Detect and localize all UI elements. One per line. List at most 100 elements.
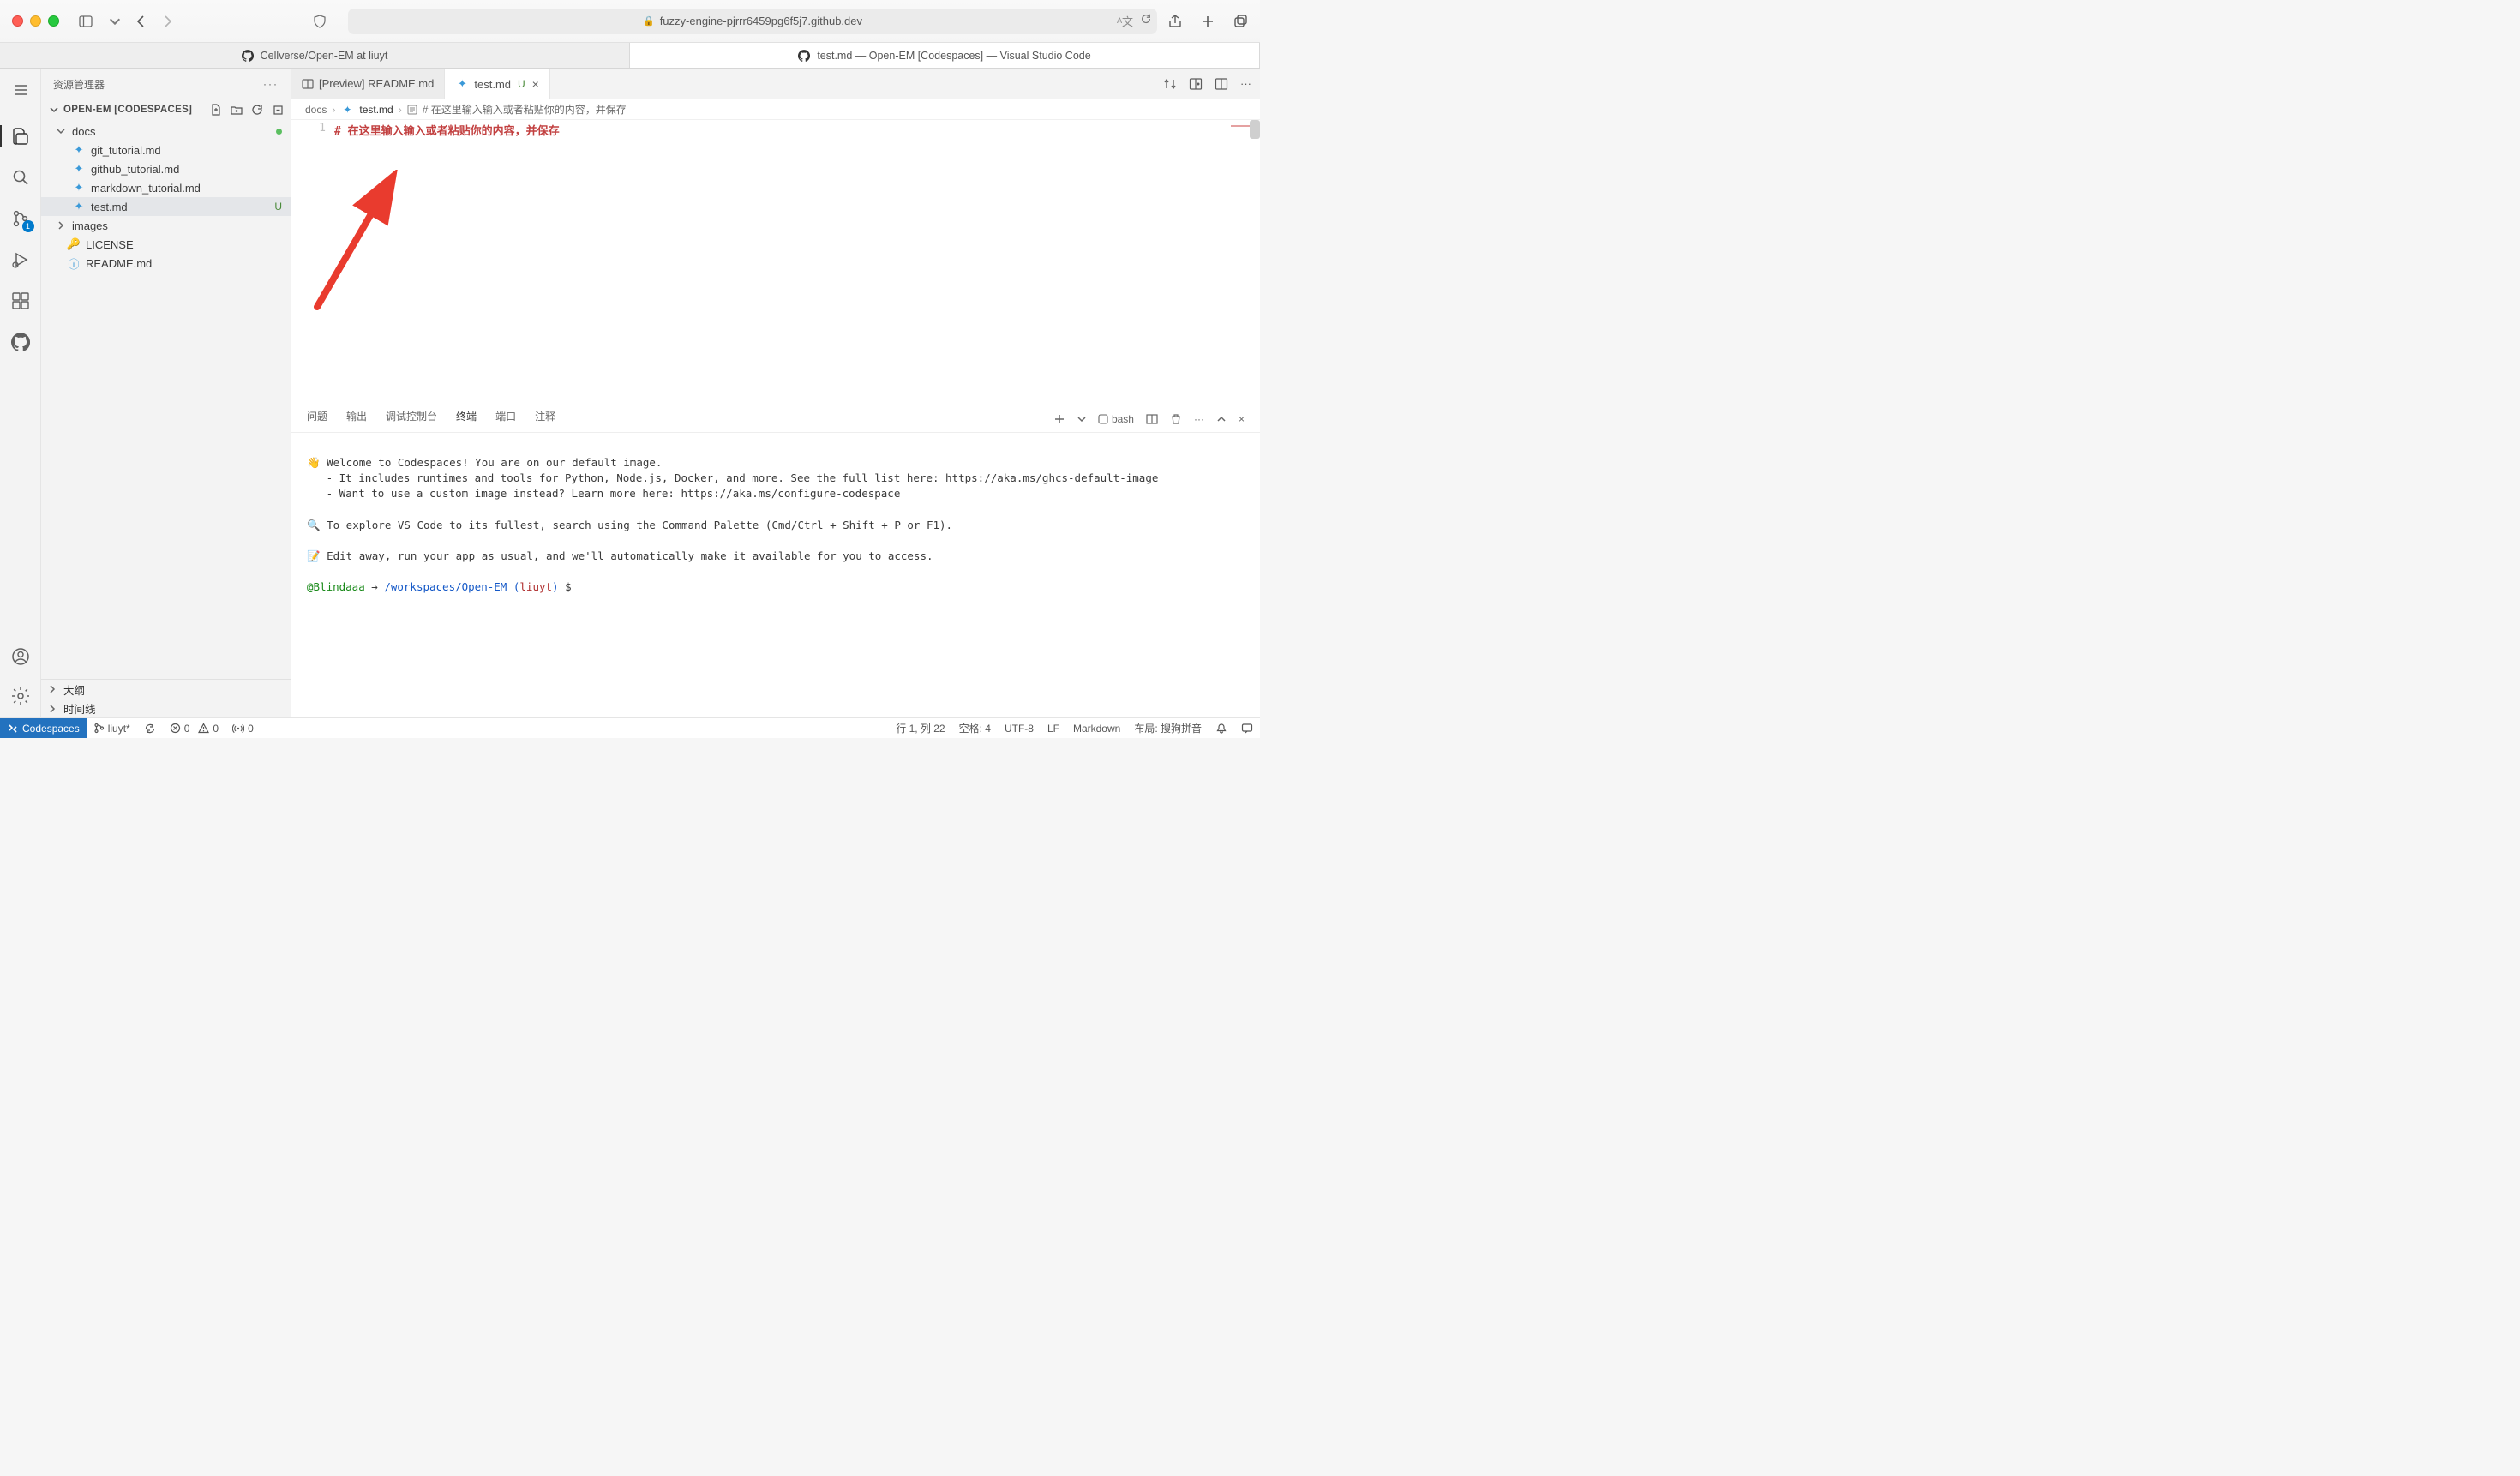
activity-account-icon[interactable]: [9, 645, 32, 668]
compare-changes-icon[interactable]: [1163, 77, 1177, 91]
new-terminal-icon[interactable]: [1053, 413, 1065, 425]
status-problems[interactable]: 0 0: [163, 723, 225, 735]
status-eol[interactable]: LF: [1041, 721, 1066, 735]
tab-readme-preview[interactable]: [Preview] README.md: [291, 69, 445, 99]
file-github-tutorial[interactable]: ✦ github_tutorial.md: [41, 159, 291, 178]
git-modified-dot: [276, 129, 282, 135]
folder-images[interactable]: images: [41, 216, 291, 235]
terminal-dropdown-icon[interactable]: [1077, 415, 1086, 423]
editor-area[interactable]: 1 # 在这里输入输入或者粘贴你的内容，并保存: [291, 120, 1260, 405]
file-label: github_tutorial.md: [91, 163, 179, 176]
tab-test-md[interactable]: ✦ test.md U ×: [445, 69, 549, 99]
minimize-window-button[interactable]: [30, 15, 41, 27]
terminal-shell-label[interactable]: bash: [1098, 413, 1134, 425]
sidebar-toggle-icon[interactable]: [76, 12, 95, 31]
status-spaces[interactable]: 空格: 4: [952, 721, 998, 735]
trash-icon[interactable]: [1170, 413, 1182, 425]
activity-github-icon[interactable]: [9, 331, 32, 353]
markdown-file-icon: ✦: [72, 143, 86, 157]
file-test-md[interactable]: ✦ test.md U: [41, 197, 291, 216]
status-language[interactable]: Markdown: [1066, 721, 1127, 735]
panel-tab-comments[interactable]: 注释: [535, 409, 555, 429]
menu-hamburger-icon[interactable]: [9, 79, 32, 101]
new-tab-icon[interactable]: [1200, 14, 1215, 29]
panel-tab-debug[interactable]: 调试控制台: [386, 409, 437, 429]
folder-docs[interactable]: docs: [41, 122, 291, 141]
reload-icon[interactable]: [1140, 13, 1152, 29]
activity-extensions-icon[interactable]: [9, 290, 32, 312]
panel-tab-terminal[interactable]: 终端: [456, 409, 477, 429]
line-number: 1: [291, 122, 326, 135]
panel-tab-output[interactable]: 输出: [346, 409, 367, 429]
activity-scm-icon[interactable]: 1: [9, 207, 32, 230]
activity-search-icon[interactable]: [9, 166, 32, 189]
open-preview-side-icon[interactable]: [1189, 77, 1203, 91]
status-codespaces-button[interactable]: Codespaces: [0, 718, 87, 738]
code-line-1[interactable]: # 在这里输入输入或者粘贴你的内容，并保存: [334, 120, 560, 405]
activity-settings-icon[interactable]: [9, 685, 32, 707]
breadcrumb-seg[interactable]: docs: [305, 104, 327, 116]
symbol-icon: [407, 105, 417, 115]
prompt-user: @Blindaaa: [307, 580, 365, 593]
tab-dropdown-icon[interactable]: [105, 12, 124, 31]
split-editor-icon[interactable]: [1215, 77, 1228, 91]
close-tab-icon[interactable]: ×: [532, 77, 539, 91]
terminal[interactable]: 👋 Welcome to Codespaces! You are on our …: [291, 433, 1260, 717]
panel-tab-problems[interactable]: 问题: [307, 409, 327, 429]
new-file-icon[interactable]: [210, 104, 222, 116]
panel-more-icon[interactable]: ···: [1194, 413, 1204, 425]
prompt-arrow: →: [371, 580, 378, 593]
outline-section[interactable]: 大纲: [41, 680, 291, 699]
zoom-window-button[interactable]: [48, 15, 59, 27]
file-readme[interactable]: ⓘ README.md: [41, 254, 291, 273]
status-ports[interactable]: 0: [225, 723, 261, 735]
github-icon: [798, 50, 810, 62]
browser-tab-1[interactable]: test.md — Open-EM [Codespaces] — Visual …: [630, 43, 1260, 68]
bash-icon: [1098, 414, 1108, 424]
browser-tab-0[interactable]: Cellverse/Open-EM at liuyt: [0, 43, 630, 68]
terminal-line: - It includes runtimes and tools for Pyt…: [307, 471, 1158, 484]
status-notifications-icon[interactable]: [1209, 721, 1234, 735]
shield-icon[interactable]: [310, 12, 329, 31]
status-encoding[interactable]: UTF-8: [998, 721, 1041, 735]
new-folder-icon[interactable]: [231, 104, 243, 116]
file-git-tutorial[interactable]: ✦ git_tutorial.md: [41, 141, 291, 159]
nav-back-button[interactable]: [135, 15, 148, 28]
status-feedback-icon[interactable]: [1234, 721, 1260, 735]
activity-explorer-icon[interactable]: [9, 125, 32, 147]
panel-close-icon[interactable]: ×: [1239, 413, 1245, 425]
breadcrumb[interactable]: docs › ✦ test.md › # 在这里输入输入或者粘贴你的内容，并保存: [291, 99, 1260, 120]
editor-main: [Preview] README.md ✦ test.md U × ··· do…: [291, 69, 1260, 717]
sidebar-more-icon[interactable]: ···: [263, 78, 279, 90]
markdown-file-icon: ✦: [340, 103, 354, 117]
refresh-icon[interactable]: [251, 104, 263, 116]
status-sync[interactable]: [137, 723, 163, 735]
split-terminal-icon[interactable]: [1146, 413, 1158, 425]
status-layout[interactable]: 布局: 搜狗拼音: [1127, 721, 1209, 735]
scrollbar-thumb[interactable]: [1250, 120, 1260, 139]
editor-more-icon[interactable]: ···: [1240, 77, 1251, 90]
collapse-all-icon[interactable]: [272, 104, 284, 116]
file-license[interactable]: 🔑 LICENSE: [41, 235, 291, 254]
activity-debug-icon[interactable]: [9, 249, 32, 271]
status-branch[interactable]: liuyt*: [87, 723, 137, 735]
close-window-button[interactable]: [12, 15, 23, 27]
breadcrumb-seg[interactable]: # 在这里输入输入或者粘贴你的内容，并保存: [423, 102, 627, 117]
activity-bar: 1: [0, 69, 41, 717]
explorer-root-label: OPEN-EM [CODESPACES]: [63, 105, 192, 115]
explorer-section-head[interactable]: OPEN-EM [CODESPACES]: [41, 99, 291, 120]
address-bar[interactable]: 🔒 fuzzy-engine-pjrrr6459pg6f5j7.github.d…: [348, 9, 1157, 34]
tabs-overview-icon[interactable]: [1233, 14, 1248, 29]
share-icon[interactable]: [1167, 14, 1183, 29]
status-cursor[interactable]: 行 1, 列 22: [889, 721, 951, 735]
panel-tab-ports[interactable]: 端口: [495, 409, 516, 429]
minimap[interactable]: [1166, 120, 1260, 405]
file-markdown-tutorial[interactable]: ✦ markdown_tutorial.md: [41, 178, 291, 197]
panel-maximize-icon[interactable]: [1216, 414, 1227, 424]
markdown-file-icon: ✦: [455, 77, 469, 91]
breadcrumb-seg[interactable]: test.md: [359, 104, 393, 116]
nav-forward-button[interactable]: [160, 15, 174, 28]
status-bar: Codespaces liuyt* 0 0 0 行 1, 列 22 空格: 4 …: [0, 717, 1260, 738]
translate-icon[interactable]: ᴬ文: [1117, 13, 1133, 29]
timeline-section[interactable]: 时间线: [41, 699, 291, 717]
